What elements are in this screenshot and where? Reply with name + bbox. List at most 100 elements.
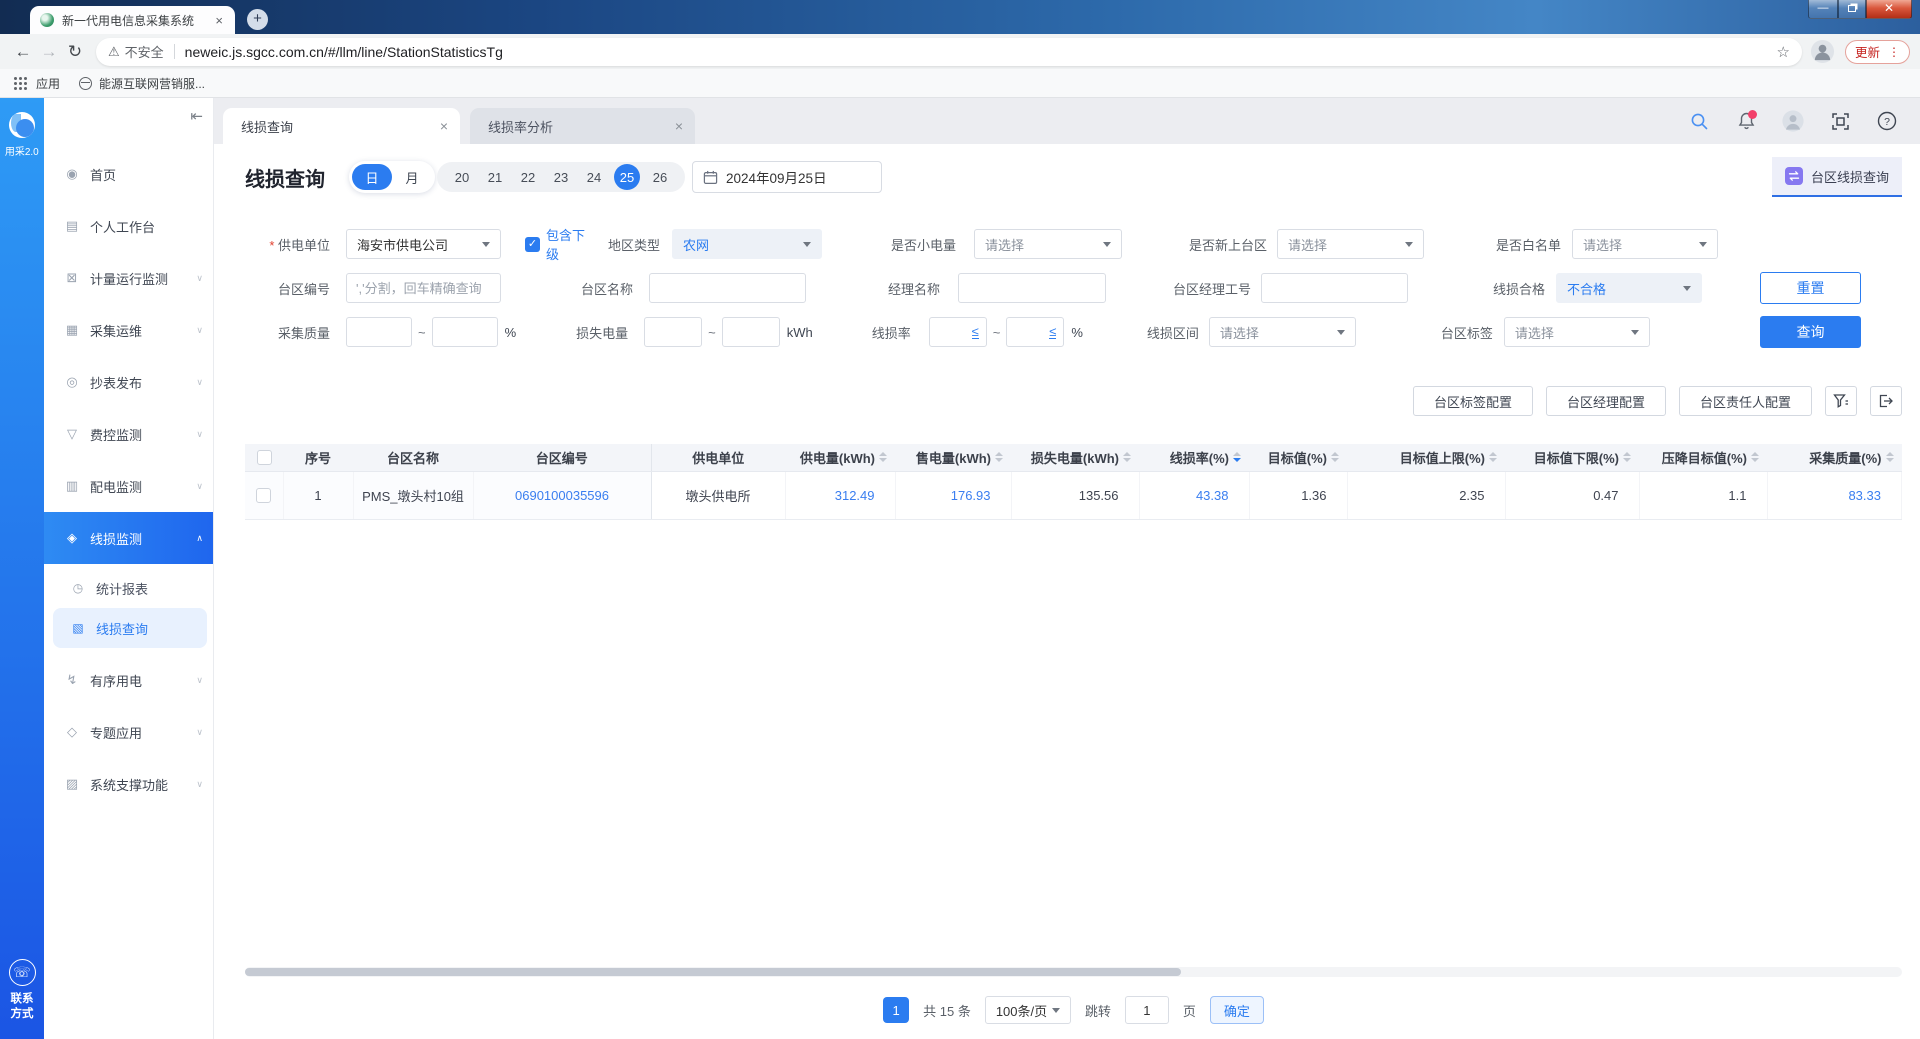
date-25-selected[interactable]: 25 bbox=[614, 164, 640, 190]
sidebar-item-meter-reading[interactable]: ◎ 抄表发布 ∨ bbox=[44, 356, 213, 408]
export-icon-button[interactable] bbox=[1870, 386, 1902, 416]
fullscreen-icon[interactable] bbox=[1829, 110, 1851, 132]
col-sold-energy[interactable]: 售电量(kWh) bbox=[895, 444, 1011, 472]
confirm-button[interactable]: 确定 bbox=[1209, 996, 1264, 1024]
sidebar-item-collection-ops[interactable]: ▦ 采集运维 ∨ bbox=[44, 304, 213, 356]
loss-energy-min-input[interactable] bbox=[644, 317, 703, 347]
date-26[interactable]: 26 bbox=[647, 164, 673, 190]
apps-label[interactable]: 应用 bbox=[36, 75, 60, 92]
jump-page-input[interactable] bbox=[1124, 996, 1169, 1024]
sidebar-item-distribution-monitor[interactable]: ▥ 配电监测 ∨ bbox=[44, 460, 213, 512]
filter-icon-button[interactable] bbox=[1825, 386, 1857, 416]
sidebar-item-special-apps[interactable]: ◇ 专题应用 ∨ bbox=[44, 706, 213, 758]
date-23[interactable]: 23 bbox=[548, 164, 574, 190]
row-checkbox[interactable] bbox=[256, 488, 272, 504]
close-icon[interactable]: × bbox=[211, 13, 227, 28]
date-picker[interactable]: 2024年09月25日 bbox=[692, 161, 882, 193]
cell-loss-rate[interactable]: 43.38 bbox=[1139, 471, 1250, 520]
horizontal-scrollbar[interactable] bbox=[245, 967, 1902, 977]
apps-grid-icon[interactable] bbox=[14, 76, 27, 90]
search-icon[interactable] bbox=[1688, 110, 1710, 132]
station-tag-config-button[interactable]: 台区标签配置 bbox=[1412, 386, 1533, 416]
loss-qualified-select[interactable]: 不合格 bbox=[1556, 273, 1702, 303]
loss-rate-min-input[interactable]: ≤ bbox=[928, 317, 987, 347]
station-name-input[interactable] bbox=[650, 274, 805, 302]
cell-sold-energy[interactable]: 176.93 bbox=[895, 471, 1012, 520]
sidebar-item-orderly-power[interactable]: ↯ 有序用电 ∨ bbox=[44, 654, 213, 706]
help-icon[interactable]: ? bbox=[1876, 110, 1898, 132]
close-icon[interactable]: × bbox=[675, 118, 683, 134]
include-sub-checkbox[interactable]: ✓ bbox=[525, 236, 540, 252]
browser-update-button[interactable]: 更新 ⋮ bbox=[1844, 39, 1910, 64]
date-20[interactable]: 20 bbox=[449, 164, 475, 190]
reload-icon[interactable]: ↻ bbox=[62, 42, 88, 62]
page-1-button[interactable]: 1 bbox=[883, 997, 910, 1023]
minimize-button[interactable]: — bbox=[1808, 0, 1838, 19]
date-24[interactable]: 24 bbox=[581, 164, 607, 190]
sidebar-item-line-loss-query[interactable]: ▧ 线损查询 bbox=[53, 608, 207, 648]
context-tab-station-line-loss[interactable]: 台区线损查询 bbox=[1771, 157, 1902, 197]
page-size-select[interactable]: 100条/页 bbox=[984, 996, 1071, 1024]
sidebar-item-system-support[interactable]: ▨ 系统支撑功能 ∨ bbox=[44, 758, 213, 810]
tab-line-loss-rate-analysis[interactable]: 线损率分析 × bbox=[470, 108, 695, 144]
month-toggle[interactable]: 月 bbox=[392, 164, 432, 190]
forward-icon[interactable]: → bbox=[36, 42, 62, 62]
browser-profile-icon[interactable] bbox=[1810, 39, 1835, 64]
station-code-input[interactable] bbox=[347, 274, 500, 302]
scrollbar-thumb[interactable] bbox=[245, 968, 1182, 976]
cell-supply-energy[interactable]: 312.49 bbox=[785, 471, 896, 520]
bookmark-star-icon[interactable]: ☆ bbox=[1777, 43, 1790, 61]
loss-energy-max-input[interactable] bbox=[721, 317, 780, 347]
restore-button[interactable] bbox=[1838, 0, 1866, 19]
station-owner-config-button[interactable]: 台区责任人配置 bbox=[1678, 386, 1812, 416]
new-station-select[interactable]: 请选择 bbox=[1277, 229, 1424, 259]
station-tag-select[interactable]: 请选择 bbox=[1503, 317, 1650, 347]
date-22[interactable]: 22 bbox=[515, 164, 541, 190]
close-window-button[interactable]: ✕ bbox=[1866, 0, 1912, 19]
col-target[interactable]: 目标值(%) bbox=[1249, 444, 1347, 472]
cell-collect-quality[interactable]: 83.33 bbox=[1767, 471, 1902, 520]
contact-block[interactable]: ☏ 联系 方式 bbox=[8, 958, 36, 1023]
col-target-lower[interactable]: 目标值下限(%) bbox=[1505, 444, 1639, 472]
bell-icon[interactable] bbox=[1735, 110, 1757, 132]
col-loss-rate[interactable]: 线损率(%) bbox=[1139, 444, 1249, 472]
query-button[interactable]: 查询 bbox=[1760, 316, 1861, 348]
browser-tab[interactable]: 新一代用电信息采集系统 × bbox=[30, 6, 235, 34]
power-unit-select[interactable]: 海安市供电公司 bbox=[346, 229, 501, 259]
security-warning[interactable]: ⚠ 不安全 bbox=[108, 42, 164, 61]
small-power-select[interactable]: 请选择 bbox=[974, 229, 1122, 259]
day-toggle[interactable]: 日 bbox=[352, 164, 392, 190]
address-bar[interactable]: ⚠ 不安全 neweic.js.sgcc.com.cn/#/llm/line/S… bbox=[96, 37, 1802, 66]
loss-rate-max-input[interactable]: ≤ bbox=[1006, 317, 1065, 347]
back-icon[interactable]: ← bbox=[10, 42, 36, 62]
sidebar-item-home[interactable]: ◉ 首页 bbox=[44, 148, 213, 200]
sidebar-item-workbench[interactable]: ▤ 个人工作台 bbox=[44, 200, 213, 252]
sidebar-item-metering-monitor[interactable]: ⊠ 计量运行监测 ∨ bbox=[44, 252, 213, 304]
sidebar-item-line-loss-monitor[interactable]: ◈ 线损监测 ∧ bbox=[44, 512, 213, 564]
new-tab-button[interactable]: + bbox=[247, 9, 268, 30]
whitelist-select[interactable]: 请选择 bbox=[1572, 229, 1718, 259]
close-icon[interactable]: × bbox=[440, 118, 448, 134]
table-row[interactable]: 1 PMS_墩头村10组 0690100035596 墩头供电所 312.49 … bbox=[245, 471, 1902, 520]
manager-no-input[interactable] bbox=[1262, 274, 1407, 302]
user-avatar-icon[interactable] bbox=[1782, 110, 1804, 132]
collapse-sidebar-icon[interactable]: ⇤ bbox=[190, 107, 203, 125]
sidebar-item-fee-control[interactable]: ▽ 费控监测 ∨ bbox=[44, 408, 213, 460]
cell-station-code-link[interactable]: 0690100035596 bbox=[473, 471, 652, 520]
col-loss-energy[interactable]: 损失电量(kWh) bbox=[1011, 444, 1139, 472]
sidebar-item-stats-report[interactable]: ◷ 统计报表 bbox=[44, 568, 213, 608]
manager-name-input[interactable] bbox=[959, 274, 1105, 302]
collect-quality-max-input[interactable] bbox=[431, 317, 498, 347]
col-target-upper[interactable]: 目标值上限(%) bbox=[1347, 444, 1505, 472]
url-text[interactable]: neweic.js.sgcc.com.cn/#/llm/line/Station… bbox=[185, 44, 503, 60]
reset-button[interactable]: 重置 bbox=[1760, 272, 1861, 304]
browser-menu-icon[interactable]: ⋮ bbox=[1888, 45, 1900, 59]
col-supply-energy[interactable]: 供电量(kWh) bbox=[785, 444, 895, 472]
include-sub-label[interactable]: 包含下级 bbox=[546, 225, 592, 263]
loss-interval-select[interactable]: 请选择 bbox=[1208, 317, 1356, 347]
date-21[interactable]: 21 bbox=[482, 164, 508, 190]
col-collect-quality[interactable]: 采集质量(%) bbox=[1767, 444, 1902, 472]
collect-quality-min-input[interactable] bbox=[346, 317, 412, 347]
bookmark-item[interactable]: 能源互联网营销服... bbox=[99, 75, 205, 92]
phone-icon[interactable]: ☏ bbox=[8, 958, 36, 986]
